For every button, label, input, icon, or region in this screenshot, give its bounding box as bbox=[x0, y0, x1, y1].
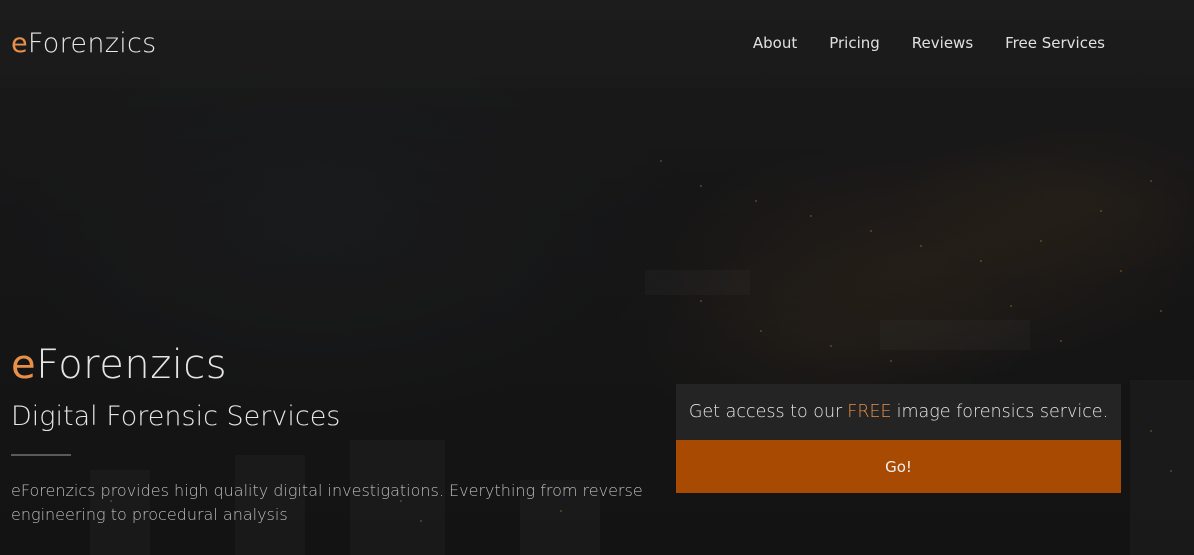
cta-free-highlight: FREE bbox=[847, 402, 892, 422]
free-service-cta: Get access to our FREE image forensics s… bbox=[676, 384, 1121, 493]
hero-subtitle: Digital Forensic Services bbox=[11, 401, 341, 432]
cta-text-after: image forensics service. bbox=[896, 402, 1109, 422]
nav-link-free-services[interactable]: Free Services bbox=[1005, 32, 1105, 54]
top-navbar: eForenzics About Pricing Reviews Free Se… bbox=[0, 0, 1194, 88]
cta-message: Get access to our FREE image forensics s… bbox=[676, 384, 1121, 440]
hero-divider bbox=[11, 454, 71, 456]
nav-links: About Pricing Reviews Free Services bbox=[721, 32, 1105, 54]
brand-logo-text: Forenzics bbox=[27, 28, 157, 59]
hero-title-accent: e bbox=[11, 342, 37, 388]
hero-title-text: Forenzics bbox=[36, 342, 228, 388]
nav-link-reviews[interactable]: Reviews bbox=[912, 32, 973, 54]
nav-link-about[interactable]: About bbox=[753, 32, 797, 54]
nav-link-pricing[interactable]: Pricing bbox=[829, 32, 880, 54]
hero-title: eForenzics bbox=[11, 340, 227, 390]
brand-logo[interactable]: eForenzics bbox=[11, 26, 157, 62]
hero-description: eForenzics provides high quality digital… bbox=[11, 481, 643, 524]
cta-text-before: Get access to our bbox=[688, 402, 843, 422]
brand-logo-accent: e bbox=[11, 28, 28, 59]
go-button[interactable]: Go! bbox=[676, 440, 1121, 493]
